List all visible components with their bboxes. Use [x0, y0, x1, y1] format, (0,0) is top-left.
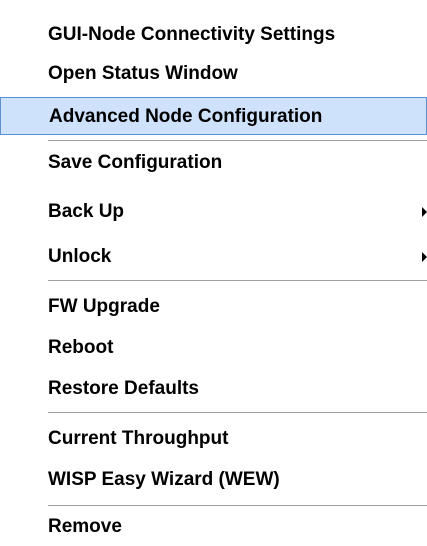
- context-menu: GUI-Node Connectivity Settings Open Stat…: [0, 0, 427, 542]
- submenu-arrow-icon: [422, 252, 427, 262]
- menu-separator: [48, 140, 427, 142]
- menu-item-label: GUI-Node Connectivity Settings: [48, 24, 336, 45]
- menu-item-label: Remove: [48, 516, 122, 537]
- menu-item-current-throughput[interactable]: Current Throughput: [0, 420, 427, 458]
- menu-item-label: Back Up: [48, 201, 125, 222]
- menu-item-wisp-easy-wizard[interactable]: WISP Easy Wizard (WEW): [0, 461, 427, 499]
- menu-item-advanced-node-configuration[interactable]: Advanced Node Configuration: [0, 97, 427, 135]
- menu-item-back-up[interactable]: Back Up: [0, 193, 427, 231]
- menu-item-label: Advanced Node Configuration: [49, 106, 323, 127]
- menu-item-reboot[interactable]: Reboot: [0, 329, 427, 367]
- menu-item-label: Restore Defaults: [48, 378, 199, 399]
- menu-item-label: WISP Easy Wizard (WEW): [48, 469, 280, 490]
- menu-item-label: Current Throughput: [48, 428, 229, 449]
- menu-item-save-configuration[interactable]: Save Configuration: [0, 144, 427, 182]
- menu-separator: [48, 412, 427, 414]
- menu-separator: [48, 505, 427, 507]
- menu-item-unlock[interactable]: Unlock: [0, 238, 427, 276]
- menu-item-open-status-window[interactable]: Open Status Window: [0, 55, 427, 93]
- menu-item-remove[interactable]: Remove: [0, 508, 427, 546]
- menu-item-label: Save Configuration: [48, 152, 223, 173]
- menu-item-gui-node-connectivity-settings[interactable]: GUI-Node Connectivity Settings: [0, 16, 427, 54]
- menu-separator: [48, 280, 427, 282]
- menu-item-label: Reboot: [48, 337, 114, 358]
- menu-item-label: Open Status Window: [48, 63, 238, 84]
- menu-item-label: FW Upgrade: [48, 296, 160, 317]
- menu-item-restore-defaults[interactable]: Restore Defaults: [0, 370, 427, 408]
- menu-item-fw-upgrade[interactable]: FW Upgrade: [0, 288, 427, 326]
- menu-item-label: Unlock: [48, 246, 112, 267]
- submenu-arrow-icon: [422, 207, 427, 217]
